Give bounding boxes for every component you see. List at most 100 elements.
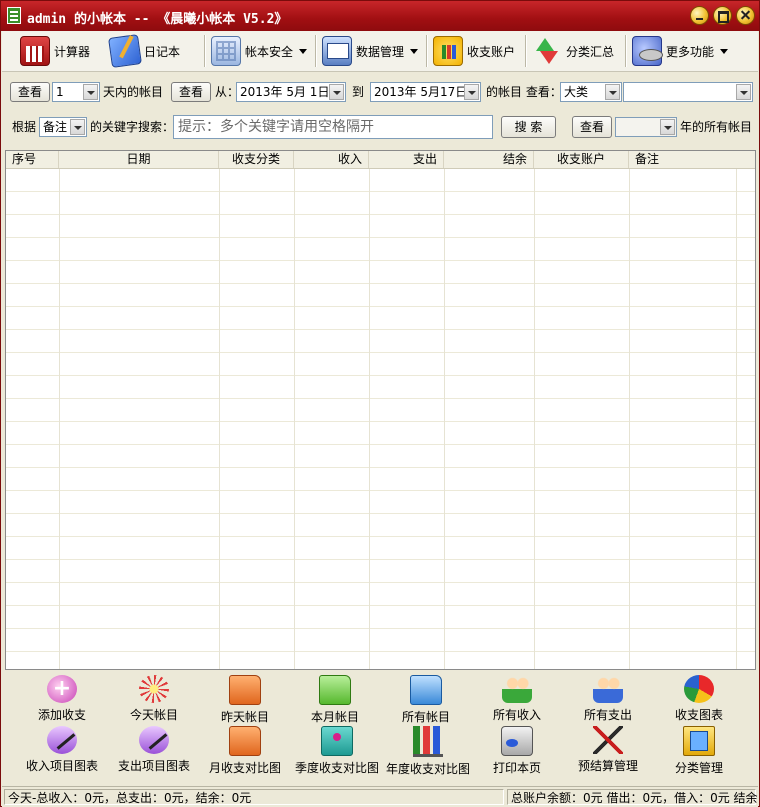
- column-header[interactable]: 备注: [629, 151, 755, 168]
- keyword-search-input[interactable]: 提示：多个关键字请用空格隔开: [173, 115, 493, 139]
- quarter-compare-button[interactable]: 季度收支对比图: [291, 726, 383, 776]
- days-combo[interactable]: 1: [52, 82, 100, 102]
- column-divider: [736, 169, 737, 669]
- category-select-value: 大类: [564, 85, 589, 99]
- table-body[interactable]: [6, 169, 755, 669]
- all-expense-button[interactable]: 所有支出: [576, 675, 640, 725]
- year-compare-icon: [413, 726, 443, 757]
- dropdown-arrow-icon[interactable]: [660, 119, 675, 135]
- column-divider: [369, 169, 370, 669]
- to-date-picker[interactable]: 2013年 5月17日: [370, 82, 481, 102]
- expense-item-chart-button[interactable]: 支出项目图表: [114, 726, 194, 776]
- toolbar-separator: [426, 35, 427, 67]
- quarter-compare-label: 季度收支对比图: [294, 761, 379, 775]
- column-header[interactable]: 收支分类: [219, 151, 294, 168]
- column-divider: [534, 169, 535, 669]
- from-date-value: 2013年 5月 1日: [240, 85, 330, 99]
- ledger-table[interactable]: 序号 日期 收支分类 收入 支出 结余 收支账户 备注: [5, 150, 756, 670]
- dropdown-arrow-icon[interactable]: [736, 84, 751, 100]
- column-header[interactable]: 结余: [444, 151, 534, 168]
- column-divider: [629, 169, 630, 669]
- calculator-button[interactable]: 计算器: [20, 34, 90, 68]
- table-header: 序号 日期 收支分类 收入 支出 结余 收支账户 备注: [6, 151, 755, 169]
- toolbar-separator: [204, 35, 205, 67]
- today-items-button[interactable]: 今天帐目: [122, 675, 186, 725]
- column-header[interactable]: 序号: [6, 151, 59, 168]
- column-divider: [219, 169, 220, 669]
- chevron-down-icon: [299, 48, 308, 54]
- toolbar-separator: [525, 35, 526, 67]
- year-select[interactable]: [615, 117, 677, 137]
- all-folder-icon: [410, 675, 442, 705]
- view-year-button[interactable]: 查看: [572, 116, 612, 138]
- view-range-button[interactable]: 查看: [171, 82, 211, 102]
- income-expense-chart-label: 收支图表: [674, 708, 723, 722]
- calculator-label: 计算器: [54, 44, 91, 59]
- year-compare-button[interactable]: 年度收支对比图: [382, 726, 474, 776]
- dropdown-arrow-icon[interactable]: [605, 84, 620, 100]
- data-management-label: 数据管理: [356, 44, 405, 59]
- add-entry-button[interactable]: 添加收支: [30, 675, 94, 725]
- status-bar: 今天-总收入：0元，总支出：0元，结余：0元 总账户余额：0元 借出：0元，借入…: [2, 786, 758, 807]
- close-icon[interactable]: [736, 6, 755, 25]
- all-income-button[interactable]: 所有收入: [485, 675, 549, 725]
- category-select[interactable]: 大类: [560, 82, 622, 102]
- add-entry-label: 添加收支: [37, 708, 86, 722]
- search-field-select[interactable]: 备注: [39, 117, 87, 137]
- all-items-button[interactable]: 所有帐目: [394, 675, 458, 725]
- accounts-chart-icon: [433, 36, 463, 66]
- accounts-label: 收支账户: [467, 44, 516, 59]
- maximize-icon[interactable]: [713, 6, 732, 25]
- column-header[interactable]: 支出: [369, 151, 444, 168]
- diary-label: 日记本: [144, 44, 181, 59]
- dropdown-arrow-icon[interactable]: [83, 84, 98, 100]
- title-bar[interactable]: admin 的小帐本 -- 《晨曦小帐本 V5.2》: [1, 1, 759, 31]
- diary-button[interactable]: 日记本: [108, 34, 181, 68]
- expense-users-icon: [593, 675, 623, 703]
- column-header[interactable]: 收入: [294, 151, 369, 168]
- window-title: admin 的小帐本 -- 《晨曦小帐本 V5.2》: [27, 12, 288, 27]
- security-label: 帐本安全: [245, 44, 294, 59]
- settlement-label: 预结算管理: [577, 759, 638, 773]
- month-compare-button[interactable]: 月收支对比图: [205, 726, 285, 776]
- yesterday-items-button[interactable]: 昨天帐目: [213, 675, 277, 725]
- minimize-icon[interactable]: [690, 6, 709, 25]
- category-summary-button[interactable]: 分类汇总: [532, 34, 614, 68]
- security-menu-button[interactable]: 帐本安全: [211, 34, 308, 68]
- quarter-compare-icon: [321, 726, 353, 756]
- column-header[interactable]: 收支账户: [534, 151, 629, 168]
- from-date-picker[interactable]: 2013年 5月 1日: [236, 82, 346, 102]
- query-panel: 查看 1 天内的帐目 查看 从： 2013年 5月 1日 到 2013年 5月1…: [2, 72, 758, 150]
- subcategory-select[interactable]: [623, 82, 753, 102]
- settlement-icon: [593, 726, 623, 754]
- add-entry-icon: [47, 675, 77, 703]
- dropdown-arrow-icon[interactable]: [464, 84, 479, 100]
- month-folder-icon: [319, 675, 351, 705]
- dropdown-arrow-icon[interactable]: [329, 84, 344, 100]
- status-account-summary: 总账户余额：0元 借出：0元，借入：0元 结余: [507, 789, 758, 805]
- printer-icon: [501, 726, 533, 756]
- year-all-items-label: 年的所有帐目: [680, 120, 753, 134]
- column-header[interactable]: 日期: [59, 151, 219, 168]
- accounts-button[interactable]: 收支账户: [433, 34, 515, 68]
- data-management-menu-button[interactable]: 数据管理: [322, 34, 419, 68]
- function-panel: 添加收支 今天帐目 昨天帐目 本月帐目 所有帐目 所有收入 所有支出 收支图表: [2, 671, 758, 786]
- chevron-down-icon: [410, 48, 419, 54]
- by-label: 根据: [12, 120, 37, 134]
- more-functions-menu-button[interactable]: 更多功能: [632, 34, 729, 68]
- view-days-button[interactable]: 查看: [10, 82, 50, 102]
- month-items-label: 本月帐目: [310, 710, 359, 724]
- category-management-button[interactable]: 分类管理: [667, 726, 731, 776]
- category-book-icon: [683, 726, 715, 756]
- search-button[interactable]: 搜 索: [501, 116, 556, 138]
- print-page-button[interactable]: 打印本页: [485, 726, 549, 776]
- more-functions-label: 更多功能: [666, 44, 715, 59]
- to-label: 到: [352, 85, 365, 99]
- income-expense-chart-button[interactable]: 收支图表: [667, 675, 731, 725]
- dropdown-arrow-icon[interactable]: [70, 119, 85, 135]
- income-item-chart-button[interactable]: 收入项目图表: [22, 726, 102, 776]
- settlement-button[interactable]: 预结算管理: [570, 726, 646, 776]
- column-divider: [444, 169, 445, 669]
- month-items-button[interactable]: 本月帐目: [303, 675, 367, 725]
- month-compare-icon: [229, 726, 261, 756]
